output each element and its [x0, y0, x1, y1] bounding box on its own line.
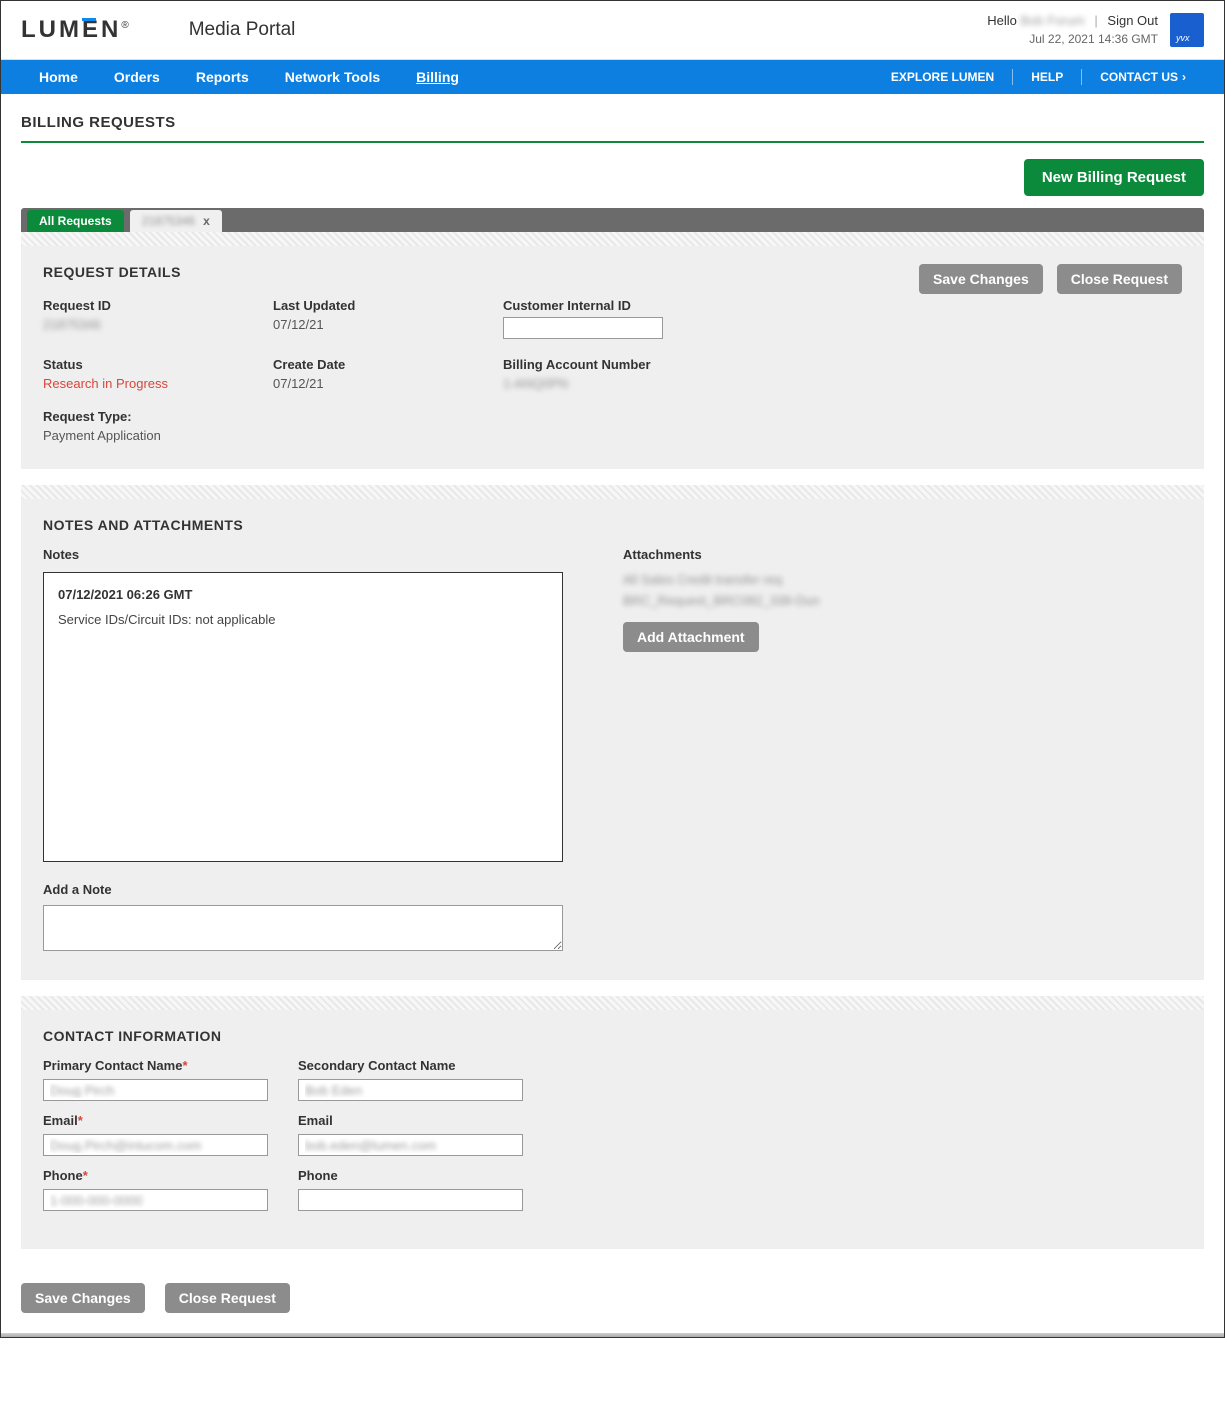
attachment-list: All Sales Credit transfer req BRC_Reques… — [623, 572, 1182, 608]
request-type-value: Payment Application — [43, 428, 273, 443]
secondary-phone-label: Phone — [298, 1168, 523, 1183]
footer-buttons: Save Changes Close Request — [1, 1269, 1224, 1333]
page-title: BILLING REQUESTS — [21, 114, 1204, 131]
field-request-id: Request ID 21875346 — [43, 298, 273, 339]
greeting-line: Hello Bob Forum | Sign Out — [987, 13, 1158, 28]
field-create-date: Create Date 07/12/21 — [273, 357, 503, 391]
close-icon[interactable]: x — [203, 214, 210, 228]
primary-phone-input[interactable] — [43, 1189, 268, 1211]
field-last-updated: Last Updated 07/12/21 — [273, 298, 503, 339]
billing-account-label: Billing Account Number — [503, 357, 803, 372]
primary-phone-label: Phone* — [43, 1168, 268, 1183]
partner-logo-icon — [1170, 13, 1204, 47]
secondary-contact-column: Secondary Contact Name Email Phone — [298, 1058, 523, 1223]
greeting-prefix: Hello — [987, 13, 1017, 28]
tab-request-detail[interactable]: 21875346 x — [130, 210, 222, 232]
title-rule — [21, 141, 1204, 143]
note-timestamp: 07/12/2021 06:26 GMT — [58, 587, 548, 602]
contact-information-panel: CONTACT INFORMATION Primary Contact Name… — [21, 1010, 1204, 1249]
request-details-panel: REQUEST DETAILS Save Changes Close Reque… — [21, 246, 1204, 469]
create-date-label: Create Date — [273, 357, 503, 372]
hatched-divider — [21, 996, 1204, 1010]
nav-orders[interactable]: Orders — [96, 69, 178, 85]
request-id-label: Request ID — [43, 298, 273, 313]
request-type-label: Request Type: — [43, 409, 273, 424]
hatched-divider — [21, 485, 1204, 499]
notes-section-title: NOTES AND ATTACHMENTS — [43, 517, 1182, 533]
notes-attachments-panel: NOTES AND ATTACHMENTS Notes 07/12/2021 0… — [21, 499, 1204, 980]
nav-reports[interactable]: Reports — [178, 69, 267, 85]
tab-request-id: 21875346 — [142, 214, 195, 228]
bottom-bar — [1, 1333, 1224, 1337]
secondary-name-label: Secondary Contact Name — [298, 1058, 523, 1073]
add-note-label: Add a Note — [43, 882, 563, 897]
customer-internal-id-label: Customer Internal ID — [503, 298, 803, 313]
notes-box: 07/12/2021 06:26 GMT Service IDs/Circuit… — [43, 572, 563, 862]
header-left: LUMEN® Media Portal — [21, 16, 295, 44]
note-body: Service IDs/Circuit IDs: not applicable — [58, 612, 548, 627]
main-nav: Home Orders Reports Network Tools Billin… — [1, 60, 1224, 94]
nav-billing[interactable]: Billing — [398, 69, 477, 85]
close-request-button[interactable]: Close Request — [1057, 264, 1182, 294]
add-note-textarea[interactable] — [43, 905, 563, 951]
request-details-title: REQUEST DETAILS — [43, 264, 181, 280]
notes-label: Notes — [43, 547, 563, 562]
nav-right: EXPLORE LUMEN HELP CONTACT US› — [873, 69, 1204, 85]
chevron-right-icon: › — [1182, 70, 1186, 84]
header-right: Hello Bob Forum | Sign Out Jul 22, 2021 … — [987, 13, 1204, 47]
tab-all-requests[interactable]: All Requests — [27, 210, 124, 232]
field-billing-account: Billing Account Number 1-ANQ0PN — [503, 357, 803, 391]
page-content: BILLING REQUESTS New Billing Request All… — [1, 94, 1224, 1269]
separator: | — [1094, 13, 1097, 28]
field-customer-internal-id: Customer Internal ID — [503, 298, 803, 339]
create-date-value: 07/12/21 — [273, 376, 503, 391]
new-billing-request-button[interactable]: New Billing Request — [1024, 159, 1204, 196]
status-value: Research in Progress — [43, 376, 273, 391]
last-updated-value: 07/12/21 — [273, 317, 503, 332]
attachment-item[interactable]: BRC_Request_BRC082_338-Dun — [623, 593, 1182, 608]
status-label: Status — [43, 357, 273, 372]
tab-bar: All Requests 21875346 x — [21, 208, 1204, 232]
footer-save-changes-button[interactable]: Save Changes — [21, 1283, 145, 1313]
customer-internal-id-input[interactable] — [503, 317, 663, 339]
primary-email-label: Email* — [43, 1113, 268, 1128]
logo: LUMEN® — [21, 16, 129, 44]
sign-out-link[interactable]: Sign Out — [1107, 13, 1158, 28]
add-attachment-button[interactable]: Add Attachment — [623, 622, 759, 652]
hatched-divider — [21, 232, 1204, 246]
secondary-email-label: Email — [298, 1113, 523, 1128]
attachment-item[interactable]: All Sales Credit transfer req — [623, 572, 1182, 587]
header: LUMEN® Media Portal Hello Bob Forum | Si… — [1, 1, 1224, 60]
secondary-phone-input[interactable] — [298, 1189, 523, 1211]
nav-network-tools[interactable]: Network Tools — [267, 69, 398, 85]
primary-name-label: Primary Contact Name* — [43, 1058, 268, 1073]
nav-left: Home Orders Reports Network Tools Billin… — [21, 69, 477, 85]
billing-account-value: 1-ANQ0PN — [503, 376, 803, 391]
nav-explore-lumen[interactable]: EXPLORE LUMEN — [873, 70, 1012, 84]
last-updated-label: Last Updated — [273, 298, 503, 313]
header-timestamp: Jul 22, 2021 14:36 GMT — [987, 32, 1158, 46]
primary-email-input[interactable] — [43, 1134, 268, 1156]
nav-contact-us[interactable]: CONTACT US› — [1082, 70, 1204, 84]
secondary-email-input[interactable] — [298, 1134, 523, 1156]
nav-help[interactable]: HELP — [1013, 70, 1081, 84]
new-request-row: New Billing Request — [21, 159, 1204, 196]
primary-name-input[interactable] — [43, 1079, 268, 1101]
portal-title: Media Portal — [189, 19, 296, 41]
contact-section-title: CONTACT INFORMATION — [43, 1028, 1182, 1044]
nav-home[interactable]: Home — [21, 69, 96, 85]
primary-contact-column: Primary Contact Name* Email* Phone* — [43, 1058, 268, 1223]
secondary-name-input[interactable] — [298, 1079, 523, 1101]
footer-close-request-button[interactable]: Close Request — [165, 1283, 290, 1313]
attachments-label: Attachments — [623, 547, 1182, 562]
field-status: Status Research in Progress — [43, 357, 273, 391]
save-changes-button[interactable]: Save Changes — [919, 264, 1043, 294]
greeting-name: Bob Forum — [1020, 13, 1084, 28]
field-request-type: Request Type: Payment Application — [43, 409, 273, 443]
request-id-value: 21875346 — [43, 317, 273, 332]
